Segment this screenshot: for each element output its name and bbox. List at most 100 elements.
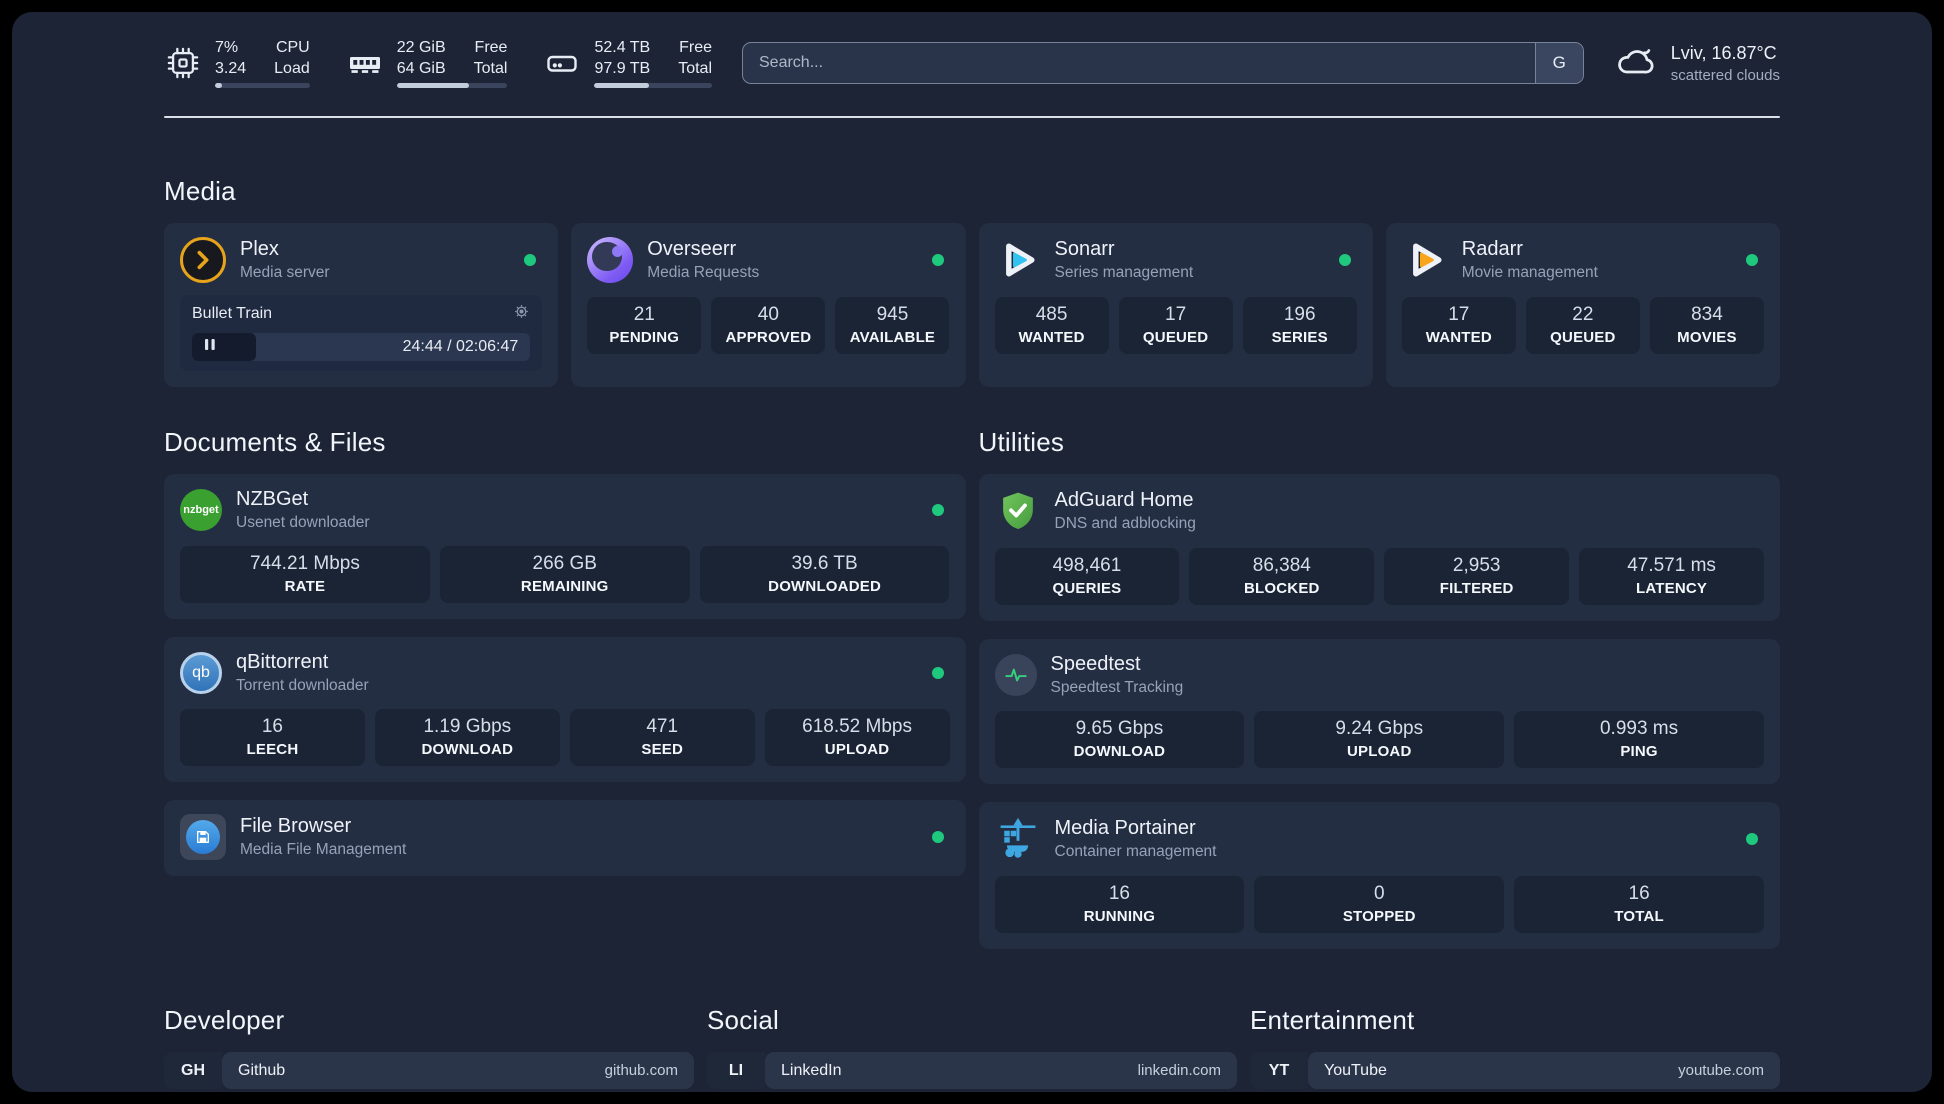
header: 7% 3.24 CPU Load 22 GiB 64 GiB Free Tota… (12, 32, 1932, 94)
app-name: Sonarr (1054, 238, 1115, 260)
stat-box: 0.993 ms PING (1514, 711, 1764, 768)
plex-progress-bar[interactable]: 24:44 / 02:06:47 (192, 333, 531, 361)
app-card-speedtest[interactable]: Speedtest Speedtest Tracking 9.65 Gbps DO… (978, 639, 1780, 784)
app-subtitle: Speedtest Tracking (1050, 679, 1184, 696)
app-name: File Browser (240, 815, 352, 837)
section-title-utilities: Utilities (978, 427, 1065, 457)
speedtest-icon (994, 654, 1037, 696)
section-title-documents: Documents & Files (164, 427, 386, 457)
link-abbr: LI (707, 1052, 765, 1089)
radarr-icon (1402, 237, 1448, 283)
app-subtitle: Movie management (1461, 264, 1598, 281)
app-card-sonarr[interactable]: Sonarr Series management 485 WANTED 17 QUE… (978, 223, 1373, 387)
stat-box: 945 AVAILABLE (835, 297, 950, 354)
link-name: LinkedIn (781, 1061, 842, 1079)
overseerr-icon (587, 237, 634, 283)
section-title-entertainment: Entertainment (1250, 1005, 1415, 1035)
disk-total-label: Total (678, 59, 712, 77)
link-url: github.com (604, 1062, 678, 1079)
stat-box: 9.65 Gbps DOWNLOAD (994, 711, 1245, 768)
cpu-label: CPU (275, 38, 310, 56)
disk-icon (543, 44, 581, 82)
ram-total-value: 64 GiB (396, 59, 446, 77)
system-stats: 7% 3.24 CPU Load 22 GiB 64 GiB Free Tota… (164, 38, 712, 89)
stat-box: 17 QUEUED (1118, 297, 1233, 354)
status-online-dot (931, 254, 944, 266)
section-title-developer: Developer (164, 1005, 285, 1035)
app-name: Speedtest (1050, 653, 1141, 675)
app-subtitle: Series management (1054, 264, 1194, 281)
search-bar: G (742, 42, 1584, 84)
cpu-icon (164, 44, 202, 82)
stat-box: 618.52 Mbps UPLOAD (764, 709, 950, 766)
ram-total-label: Total (473, 59, 508, 77)
link-abbr: YT (1250, 1052, 1308, 1089)
weather-widget[interactable]: Lviv, 16.87°C scattered clouds (1614, 39, 1780, 88)
app-name: AdGuard Home (1054, 489, 1194, 511)
cpu-stat: 7% 3.24 CPU Load (164, 38, 310, 89)
stat-box: 834 MOVIES (1649, 297, 1764, 354)
app-card-portainer[interactable]: Media Portainer Container management 16 R… (978, 802, 1780, 949)
playback-time: 24:44 / 02:06:47 (402, 338, 519, 355)
cpu-value: 7% (215, 38, 239, 56)
header-divider (164, 116, 1780, 118)
link-github[interactable]: GH Github github.com (164, 1052, 694, 1089)
app-subtitle: Media File Management (240, 841, 407, 858)
search-input[interactable] (742, 42, 1584, 84)
app-name: Radarr (1461, 238, 1523, 260)
disk-stat: 52.4 TB 97.9 TB Free Total (543, 38, 712, 89)
adguard-icon (995, 488, 1041, 534)
cpu-load-value: 3.24 (215, 59, 247, 77)
app-card-adguard[interactable]: AdGuard Home DNS and adblocking 498,461 Q… (978, 474, 1780, 621)
app-card-filebrowser[interactable]: File Browser Media File Management (164, 800, 966, 876)
app-name: Media Portainer (1054, 817, 1196, 839)
stat-box: 1.19 Gbps DOWNLOAD (374, 709, 560, 766)
link-youtube[interactable]: YT YouTube youtube.com (1250, 1052, 1780, 1089)
filebrowser-icon (180, 814, 226, 860)
stat-box: 471 SEED (569, 709, 755, 766)
qbittorrent-icon: qb (180, 652, 222, 694)
stat-box: 16 TOTAL (1514, 876, 1764, 933)
disk-total-value: 97.9 TB (594, 59, 651, 77)
plex-icon (180, 237, 226, 283)
ram-progress-bar (396, 83, 508, 89)
app-name: qBittorrent (236, 651, 329, 673)
stat-box: 0 STOPPED (1254, 876, 1505, 933)
status-online-dot (1338, 254, 1351, 266)
plex-now-playing: Bullet Train 24:44 / 02:06:47 (180, 295, 543, 371)
bookmark-group-social: Social LI LinkedInlinkedin.com TW Twitte… (707, 1005, 1237, 1092)
section-media: Media Plex Media server Bullet Train 24:… (12, 176, 1932, 387)
ram-free-label: Free (474, 38, 508, 56)
app-card-radarr[interactable]: Radarr Movie management 17 WANTED 22 QUEUE… (1385, 223, 1780, 387)
weather-location-temp: Lviv, 16.87°C (1670, 42, 1777, 63)
now-playing-title: Bullet Train (192, 305, 273, 322)
disk-free-label: Free (679, 38, 712, 56)
app-card-overseerr[interactable]: Overseerr Media Requests 21 PENDING 40 APP… (571, 223, 966, 387)
link-abbr: GH (164, 1052, 222, 1089)
portainer-icon (995, 816, 1041, 862)
weather-condition: scattered clouds (1670, 66, 1780, 84)
app-card-qbittorrent[interactable]: qb qBittorrent Torrent downloader 16 LEEC… (164, 637, 966, 782)
stat-box: 16 RUNNING (994, 876, 1245, 933)
stat-box: 22 QUEUED (1525, 297, 1640, 354)
sonarr-icon (995, 237, 1041, 283)
ram-icon (346, 44, 384, 82)
stat-box: 47.571 ms LATENCY (1579, 548, 1764, 605)
app-subtitle: Media Requests (647, 264, 760, 281)
disk-free-value: 52.4 TB (594, 38, 651, 56)
search-provider-button[interactable]: G (1534, 43, 1583, 83)
app-subtitle: Media server (240, 264, 330, 281)
status-online-dot (524, 254, 537, 266)
link-linkedin[interactable]: LI LinkedIn linkedin.com (707, 1052, 1237, 1089)
dashboard: 7% 3.24 CPU Load 22 GiB 64 GiB Free Tota… (12, 12, 1932, 1092)
app-card-plex[interactable]: Plex Media server Bullet Train 24:44 / 0… (164, 223, 559, 387)
stat-box: 16 LEECH (180, 709, 365, 766)
gear-icon[interactable] (513, 303, 530, 325)
link-url: youtube.com (1678, 1062, 1764, 1079)
app-name: Overseerr (647, 238, 737, 260)
pause-icon[interactable] (204, 338, 216, 356)
cloud-icon (1614, 39, 1658, 88)
stat-box: 196 SERIES (1242, 297, 1357, 354)
section-title-social: Social (707, 1005, 780, 1035)
app-card-nzbget[interactable]: nzbget NZBGet Usenet downloader 744.21 M… (164, 474, 966, 619)
